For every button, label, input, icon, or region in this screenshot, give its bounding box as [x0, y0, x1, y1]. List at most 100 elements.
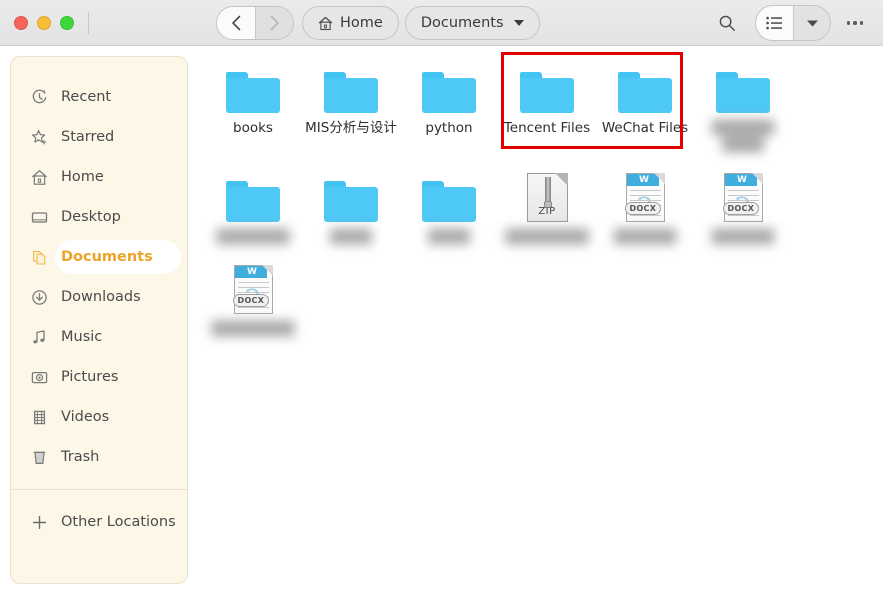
breadcrumb-label-documents: Documents — [420, 15, 504, 31]
chevron-left-icon — [231, 15, 240, 31]
file-thumbnail — [226, 61, 280, 113]
home-icon — [30, 168, 48, 186]
breadcrumb: Home Documents — [302, 6, 540, 40]
docx-file-icon: WaDOCX — [722, 173, 763, 222]
breadcrumb-label-home: Home — [340, 15, 383, 31]
file-thumbnail — [618, 61, 672, 113]
overflow-menu-button[interactable] — [837, 5, 873, 41]
sidebar-item-music[interactable]: Music — [11, 317, 187, 357]
file-label: ████████ — [505, 229, 589, 245]
file-label: ███████ — [216, 229, 290, 245]
file-thumbnail — [324, 170, 378, 222]
maximize-window-button[interactable] — [60, 15, 74, 30]
list-view-icon — [766, 16, 782, 30]
docx-file-icon: WaDOCX — [232, 265, 273, 314]
sidebar-item-desktop[interactable]: Desktop — [11, 197, 187, 237]
docx-file-icon: WaDOCX — [624, 173, 665, 222]
file-item[interactable]: ZIP ████████ — [498, 162, 596, 254]
file-item[interactable]: ████ — [302, 162, 400, 254]
zip-file-icon: ZIP — [526, 173, 568, 222]
file-thumbnail — [422, 170, 476, 222]
music-icon — [30, 328, 48, 346]
folder-icon — [618, 72, 672, 113]
file-manager-window: Home Documents Recent Starred Home Deskt… — [0, 0, 883, 590]
view-options-button[interactable] — [793, 6, 830, 40]
file-label: ████ — [330, 229, 372, 245]
folder-icon — [226, 181, 280, 222]
sidebar-item-label: Videos — [61, 409, 110, 425]
search-icon — [719, 15, 735, 31]
sidebar-item-label: Recent — [61, 89, 112, 105]
desktop-icon — [30, 208, 48, 226]
file-grid: books MIS分析与设计 python Tencent Files WeChat F… — [196, 47, 883, 346]
sidebar-item-starred[interactable]: Starred — [11, 117, 187, 157]
file-item[interactable]: WaDOCX ████████ — [204, 254, 302, 346]
back-button[interactable] — [217, 7, 255, 39]
chevron-down-icon — [806, 20, 818, 26]
view-mode-group — [755, 5, 831, 41]
file-list-area[interactable]: books MIS分析与设计 python Tencent Files WeChat F… — [196, 47, 883, 590]
breadcrumb-item-documents[interactable]: Documents — [404, 6, 540, 40]
folder-icon — [226, 72, 280, 113]
file-thumbnail: WaDOCX — [624, 170, 665, 222]
file-item[interactable]: Tencent Files — [498, 53, 596, 162]
trash-icon — [30, 448, 48, 466]
file-item[interactable]: books — [204, 53, 302, 162]
file-label: WeChat Files — [601, 120, 689, 136]
file-label: ██████ — [711, 229, 775, 245]
sidebar-item-trash[interactable]: Trash — [11, 437, 187, 477]
search-button[interactable] — [709, 5, 745, 41]
file-item[interactable]: python — [400, 53, 498, 162]
file-label: MIS分析与设计 — [305, 120, 397, 136]
sidebar: Recent Starred Home Desktop Documents Do… — [10, 56, 188, 584]
star-icon — [30, 128, 48, 146]
list-view-button[interactable] — [756, 6, 793, 40]
file-label: ██████ — [613, 229, 677, 245]
sidebar-item-downloads[interactable]: Downloads — [11, 277, 187, 317]
header-separator — [88, 11, 89, 34]
file-item[interactable]: MIS分析与设计 — [302, 53, 400, 162]
file-item[interactable]: WaDOCX ██████ — [694, 162, 792, 254]
sidebar-item-label: Documents — [61, 249, 153, 265]
sidebar-item-documents[interactable]: Documents — [11, 237, 187, 277]
file-thumbnail: ZIP — [526, 170, 568, 222]
file-thumbnail — [520, 61, 574, 113]
toolbar-right-controls — [709, 5, 873, 41]
breadcrumb-item-home[interactable]: Home — [302, 6, 399, 40]
sidebar-item-label: Home — [61, 169, 104, 185]
sidebar-item-home[interactable]: Home — [11, 157, 187, 197]
chevron-right-icon — [270, 15, 279, 31]
folder-icon — [324, 72, 378, 113]
sidebar-item-label: Desktop — [61, 209, 121, 225]
file-thumbnail: WaDOCX — [722, 170, 763, 222]
download-icon — [30, 288, 48, 306]
documents-icon — [30, 248, 48, 266]
close-window-button[interactable] — [14, 15, 28, 30]
file-label: python — [425, 120, 473, 136]
file-thumbnail — [226, 170, 280, 222]
file-label: books — [233, 120, 273, 136]
pictures-icon — [30, 368, 48, 386]
forward-button[interactable] — [255, 7, 293, 39]
plus-icon — [30, 513, 48, 531]
sidebar-item-videos[interactable]: Videos — [11, 397, 187, 437]
file-item[interactable]: ██████ ████ — [694, 53, 792, 162]
file-label: ██████ ████ — [711, 120, 775, 153]
file-item[interactable]: ███████ — [204, 162, 302, 254]
file-item[interactable]: ████ — [400, 162, 498, 254]
sidebar-item-label: Starred — [61, 129, 115, 145]
window-controls — [14, 15, 74, 30]
minimize-window-button[interactable] — [37, 15, 51, 30]
overflow-menu-icon — [846, 21, 864, 25]
sidebar-item-pictures[interactable]: Pictures — [11, 357, 187, 397]
sidebar-divider — [11, 489, 187, 490]
sidebar-item-recent[interactable]: Recent — [11, 77, 187, 117]
file-thumbnail — [422, 61, 476, 113]
file-item[interactable]: WeChat Files — [596, 53, 694, 162]
file-thumbnail — [716, 61, 770, 113]
file-label: ████ — [428, 229, 470, 245]
folder-icon — [324, 181, 378, 222]
sidebar-item-other-locations[interactable]: Other Locations — [11, 502, 187, 542]
file-item[interactable]: WaDOCX ██████ — [596, 162, 694, 254]
folder-icon — [716, 72, 770, 113]
